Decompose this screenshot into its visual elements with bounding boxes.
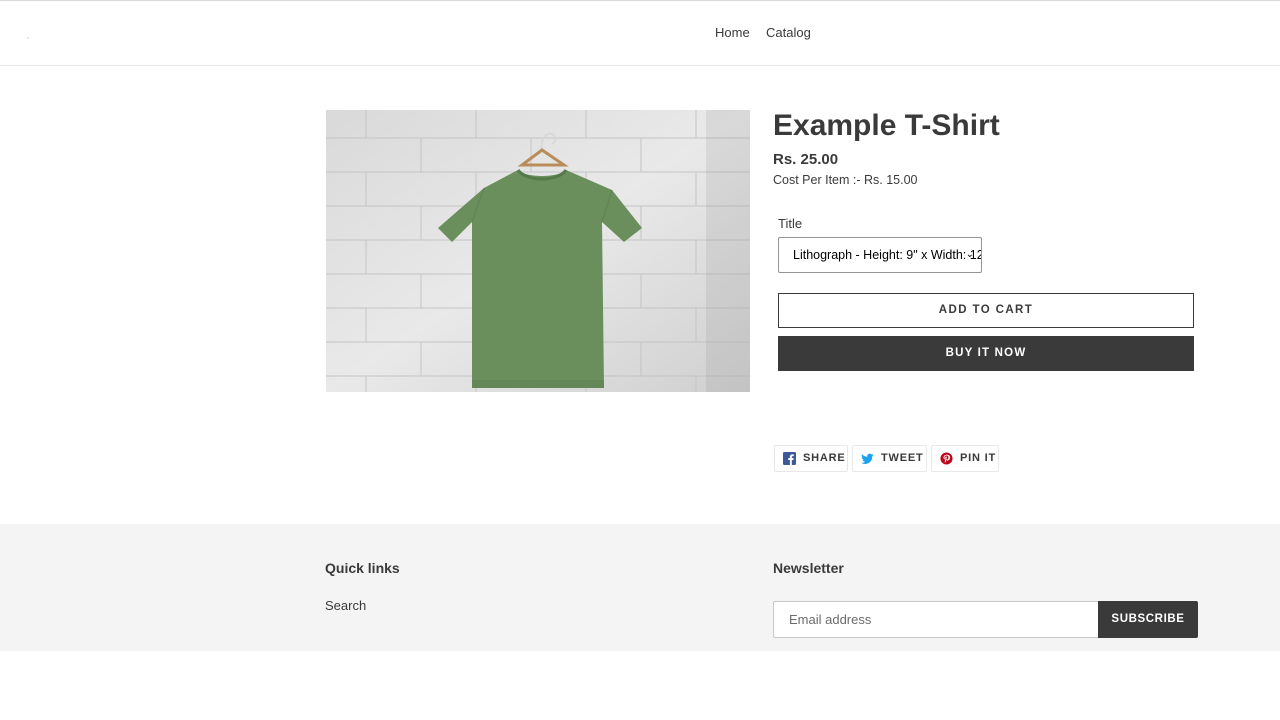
product-price: Rs. 25.00 bbox=[773, 151, 839, 168]
share-twitter-button[interactable]: TWEET bbox=[852, 445, 927, 472]
product-image[interactable] bbox=[326, 110, 750, 392]
option-selected-value: Lithograph - Height: 9" x Width: 12" bbox=[793, 248, 982, 262]
site-logo[interactable] bbox=[27, 37, 29, 39]
option-label: Title bbox=[778, 216, 803, 231]
nav-item-catalog[interactable]: Catalog bbox=[766, 25, 811, 40]
quick-links-heading: Quick links bbox=[325, 560, 400, 576]
product-photo-tshirt bbox=[326, 110, 750, 392]
cost-per-item: Cost Per Item :- Rs. 15.00 bbox=[773, 173, 918, 187]
share-twitter-label: TWEET bbox=[881, 452, 924, 464]
option-select[interactable]: Lithograph - Height: 9" x Width: 12" ⌄ bbox=[778, 237, 982, 273]
product-title: Example T-Shirt bbox=[773, 109, 1000, 142]
newsletter-heading: Newsletter bbox=[773, 560, 844, 576]
subscribe-button[interactable]: SUBSCRIBE bbox=[1098, 601, 1198, 638]
share-pinterest-button[interactable]: PIN IT bbox=[931, 445, 999, 472]
site-header: Home Catalog bbox=[0, 1, 1280, 66]
share-facebook-label: SHARE bbox=[803, 452, 846, 464]
chevron-down-icon: ⌄ bbox=[965, 249, 974, 260]
site-footer: Quick links Search Newsletter Email addr… bbox=[0, 524, 1280, 651]
footer-link-search[interactable]: Search bbox=[325, 598, 366, 613]
share-pinterest-label: PIN IT bbox=[960, 452, 996, 464]
add-to-cart-button[interactable]: ADD TO CART bbox=[778, 293, 1194, 328]
share-facebook-button[interactable]: SHARE bbox=[774, 445, 848, 472]
twitter-icon bbox=[861, 453, 874, 464]
nav-item-home[interactable]: Home bbox=[715, 25, 750, 40]
pinterest-icon bbox=[940, 452, 953, 465]
newsletter-email-input[interactable]: Email address bbox=[773, 601, 1099, 638]
buy-it-now-button[interactable]: BUY IT NOW bbox=[778, 336, 1194, 371]
facebook-icon bbox=[783, 452, 796, 465]
